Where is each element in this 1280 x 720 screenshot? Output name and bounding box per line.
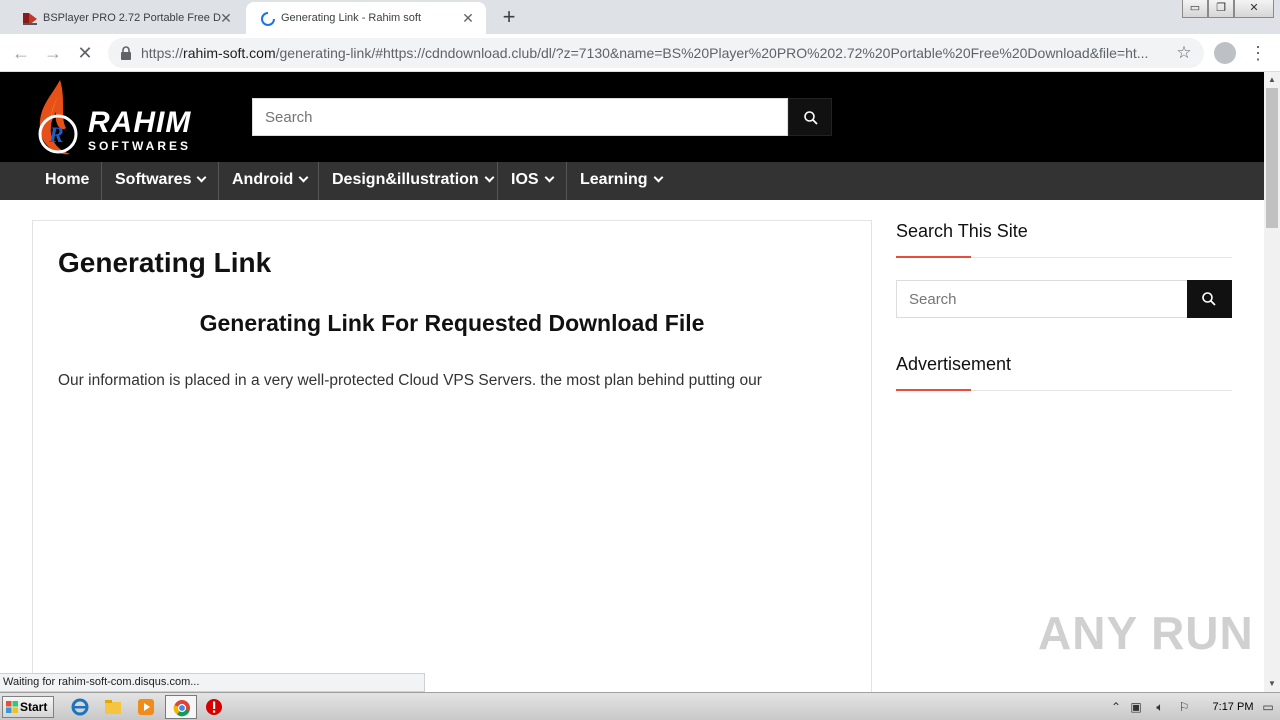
forward-arrow-icon[interactable]: → bbox=[40, 40, 66, 66]
nav-label: Android bbox=[232, 171, 294, 188]
main-nav: Home Softwares Android Design&illustrati… bbox=[0, 162, 1264, 200]
action-center-flag-icon[interactable]: ⚐ bbox=[1176, 698, 1192, 716]
new-tab-button[interactable]: + bbox=[497, 6, 521, 30]
media-player-icon[interactable] bbox=[136, 697, 156, 717]
show-desktop-icon[interactable]: ▭ bbox=[1260, 698, 1276, 716]
taskbar-chrome-button[interactable] bbox=[165, 695, 197, 719]
site-header: R RAHIM SOFTWARES bbox=[0, 72, 1264, 162]
nav-label: Design&illustration bbox=[332, 171, 479, 188]
nav-label: Home bbox=[45, 171, 90, 188]
site-favicon-icon bbox=[23, 13, 37, 25]
header-search-box bbox=[252, 98, 788, 136]
loading-spinner-icon bbox=[261, 12, 275, 26]
bookmark-star-icon[interactable]: ☆ bbox=[1174, 43, 1194, 63]
logo-subtext: SOFTWARES bbox=[88, 139, 192, 153]
lock-icon bbox=[121, 46, 131, 60]
sidebar-accent-line bbox=[896, 389, 971, 391]
sidebar-search-box bbox=[896, 280, 1188, 318]
back-arrow-icon[interactable]: ← bbox=[8, 40, 34, 66]
watermark: ANY RUN bbox=[1038, 607, 1254, 659]
tab-generating-link[interactable]: Generating Link - Rahim soft ✕ bbox=[246, 2, 486, 34]
chevron-down-icon bbox=[544, 172, 555, 183]
site-logo[interactable]: R RAHIM SOFTWARES bbox=[30, 78, 210, 158]
status-bubble: Waiting for rahim-soft-com.disqus.com... bbox=[0, 673, 425, 692]
tab-close-icon[interactable]: ✕ bbox=[460, 10, 476, 26]
svg-text:R: R bbox=[48, 122, 64, 147]
minimize-window-icon[interactable]: ▭ bbox=[1182, 0, 1208, 18]
browser-tab-strip: BSPlayer PRO 2.72 Portable Free Do ✕ Gen… bbox=[0, 0, 1280, 34]
tab-bsplayer[interactable]: BSPlayer PRO 2.72 Portable Free Do ✕ bbox=[8, 2, 244, 34]
flame-logo-icon: R bbox=[38, 80, 78, 155]
windows-taskbar: Start ⌃ ▣ 🔈︎ ⚐ 7:17 PM ▭ bbox=[0, 692, 1280, 720]
page-viewport: R RAHIM SOFTWARES Home Softwares Android… bbox=[0, 72, 1264, 692]
start-button[interactable]: Start bbox=[2, 696, 54, 718]
search-icon bbox=[804, 111, 818, 125]
nav-item-learning[interactable]: Learning bbox=[567, 162, 675, 200]
sidebar-search-button[interactable] bbox=[1187, 280, 1232, 318]
nav-label: IOS bbox=[511, 171, 539, 188]
page-title: Generating Link bbox=[58, 247, 272, 278]
nav-item-ios[interactable]: IOS bbox=[498, 162, 566, 200]
url-text: https://rahim-soft.com/generating-link/#… bbox=[141, 45, 1167, 61]
tab-title: Generating Link - Rahim soft bbox=[281, 12, 422, 24]
menu-kebab-icon[interactable]: ⋮ bbox=[1248, 42, 1268, 64]
search-icon bbox=[1202, 292, 1216, 306]
scroll-down-icon[interactable]: ▼ bbox=[1264, 676, 1280, 692]
tray-expand-icon[interactable]: ⌃ bbox=[1108, 698, 1124, 716]
profile-avatar-icon[interactable] bbox=[1214, 42, 1236, 64]
nav-label: Learning bbox=[580, 171, 648, 188]
chevron-down-icon bbox=[197, 172, 207, 183]
chrome-icon bbox=[173, 700, 190, 717]
clock[interactable]: 7:17 PM bbox=[1208, 695, 1258, 719]
folder-icon[interactable] bbox=[103, 697, 123, 717]
header-search-button[interactable] bbox=[788, 98, 832, 136]
restore-window-icon[interactable]: ❐ bbox=[1208, 0, 1234, 18]
page-scrollbar[interactable]: ▲ ▼ bbox=[1264, 72, 1280, 692]
sidebar-ad-title: Advertisement bbox=[896, 354, 1012, 374]
article-box: Generating Link Generating Link For Requ… bbox=[32, 220, 872, 692]
sidebar-accent-line bbox=[896, 256, 971, 258]
logo-text: RAHIM bbox=[88, 106, 192, 139]
header-search-input[interactable] bbox=[253, 99, 787, 135]
browser-toolbar: ← → ✕ https://rahim-soft.com/generating-… bbox=[0, 34, 1280, 72]
url-host: rahim-soft.com bbox=[183, 45, 276, 61]
volume-icon[interactable]: 🔈︎ bbox=[1152, 698, 1168, 716]
network-icon[interactable]: ▣ bbox=[1128, 698, 1144, 716]
nav-item-home[interactable]: Home bbox=[32, 162, 102, 200]
tab-close-icon[interactable]: ✕ bbox=[218, 10, 234, 26]
scroll-up-icon[interactable]: ▲ bbox=[1264, 72, 1280, 88]
url-scheme: https:// bbox=[141, 45, 184, 61]
close-window-icon[interactable]: ✕ bbox=[1234, 0, 1274, 18]
address-bar[interactable]: https://rahim-soft.com/generating-link/#… bbox=[108, 38, 1204, 68]
chevron-down-icon bbox=[484, 172, 495, 183]
stop-loading-icon[interactable]: ✕ bbox=[72, 40, 98, 66]
internet-explorer-icon[interactable] bbox=[70, 697, 90, 717]
nav-item-android[interactable]: Android bbox=[219, 162, 320, 200]
start-label: Start bbox=[20, 700, 48, 714]
nav-item-softwares[interactable]: Softwares bbox=[102, 162, 218, 200]
chevron-down-icon bbox=[653, 172, 664, 183]
system-tray: ⌃ ▣ 🔈︎ ⚐ 7:17 PM ▭ bbox=[1104, 695, 1280, 719]
chevron-down-icon bbox=[298, 172, 309, 183]
windows-flag-icon bbox=[6, 701, 18, 713]
tab-title: BSPlayer PRO 2.72 Portable Free Do bbox=[43, 12, 221, 24]
stop-shield-icon[interactable] bbox=[204, 697, 224, 717]
nav-label: Softwares bbox=[115, 171, 192, 188]
page-subtitle: Generating Link For Requested Download F… bbox=[199, 310, 705, 336]
nav-item-design[interactable]: Design&illustration bbox=[319, 162, 506, 200]
url-path: /generating-link/#https://cdndownload.cl… bbox=[275, 45, 1149, 61]
sidebar-search-title: Search This Site bbox=[896, 221, 1028, 241]
article-paragraph: Our information is placed in a very well… bbox=[58, 372, 762, 389]
scroll-thumb[interactable] bbox=[1266, 88, 1278, 228]
sidebar-search-input[interactable] bbox=[897, 281, 1187, 317]
